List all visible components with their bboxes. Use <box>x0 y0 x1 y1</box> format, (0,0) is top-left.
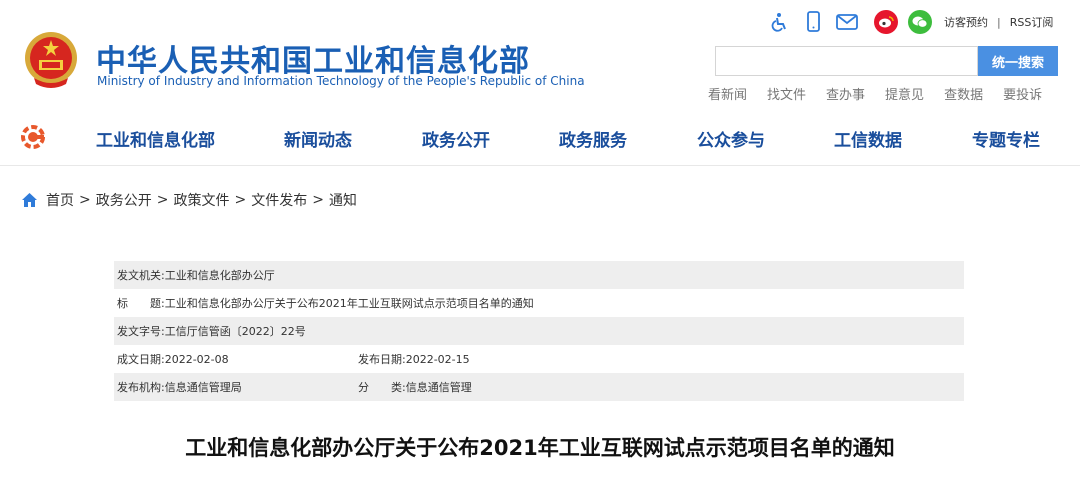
nav-item-data[interactable]: 工信数据 <box>834 126 902 151</box>
nav-item-news[interactable]: 新闻动态 <box>284 126 352 151</box>
tool-links: 访客预约 | RSS订阅 <box>944 14 1053 30</box>
breadcrumb-file-release[interactable]: 文件发布 <box>251 190 307 210</box>
rss-link[interactable]: RSS订阅 <box>1010 14 1054 30</box>
national-emblem-icon[interactable] <box>22 30 80 90</box>
site-subtitle: Ministry of Industry and Information Tec… <box>97 74 585 88</box>
docno-label: 发文字号: <box>117 325 165 338</box>
wechat-icon[interactable] <box>908 10 932 34</box>
quick-link-services[interactable]: 查办事 <box>826 84 865 103</box>
mail-icon[interactable] <box>836 11 858 33</box>
breadcrumb-separator: > <box>312 192 324 208</box>
visit-appointment-link[interactable]: 访客预约 <box>944 14 988 30</box>
category-label: 分 类: <box>358 381 406 394</box>
breadcrumb-notice[interactable]: 通知 <box>329 190 357 210</box>
mobile-icon[interactable] <box>802 11 824 33</box>
info-row-org: 发布机构: 信息通信管理局 分 类: 信息通信管理 <box>114 373 964 401</box>
info-row-issuer: 发文机关: 工业和信息化部办公厅 <box>114 261 964 289</box>
nav-item-miit[interactable]: 工业和信息化部 <box>96 126 215 151</box>
quick-link-data[interactable]: 查数据 <box>944 84 983 103</box>
category-value: 信息通信管理 <box>405 381 472 394</box>
created-label: 成文日期: <box>117 353 165 366</box>
accessibility-icon[interactable] <box>768 11 790 33</box>
info-row-docno: 发文字号: 工信厅信管函〔2022〕22号 <box>114 317 964 345</box>
docno-value: 工信厅信管函〔2022〕22号 <box>164 325 306 338</box>
org-value: 信息通信管理局 <box>164 381 242 394</box>
nav-item-participation[interactable]: 公众参与 <box>697 126 765 151</box>
breadcrumb-separator: > <box>156 192 169 208</box>
breadcrumb-separator: > <box>234 192 247 208</box>
breadcrumb: 首页 > 政务公开 > 政策文件 > 文件发布 > 通知 <box>22 190 357 210</box>
breadcrumb-home[interactable]: 首页 <box>46 190 74 210</box>
quick-links: 看新闻 找文件 查办事 提意见 查数据 要投诉 <box>708 84 1042 103</box>
info-row-dates: 成文日期: 2022-02-08 发布日期: 2022-02-15 <box>114 345 964 373</box>
weibo-icon[interactable] <box>874 10 898 34</box>
issuer-label: 发文机关: <box>117 269 165 282</box>
breadcrumb-gov-affairs[interactable]: 政务公开 <box>96 190 152 210</box>
document-title: 工业和信息化部办公厅关于公布2021年工业互联网试点示范项目名单的通知 <box>185 436 895 460</box>
quick-link-feedback[interactable]: 提意见 <box>885 84 924 103</box>
quick-link-files[interactable]: 找文件 <box>767 84 806 103</box>
nav-item-topics[interactable]: 专题专栏 <box>972 126 1040 151</box>
nav-item-gov-affairs[interactable]: 政务公开 <box>422 126 490 151</box>
org-label: 发布机构: <box>117 381 165 394</box>
info-row-title: 标 题: 工业和信息化部办公厅关于公布2021年工业互联网试点示范项目名单的通知 <box>114 289 964 317</box>
home-icon[interactable] <box>22 193 37 207</box>
published-value: 2022-02-15 <box>405 352 470 366</box>
search-button[interactable]: 统一搜索 <box>978 46 1058 76</box>
miit-logo-icon[interactable] <box>20 124 46 150</box>
breadcrumb-policy-docs[interactable]: 政策文件 <box>173 190 229 210</box>
nav-item-services[interactable]: 政务服务 <box>559 126 627 151</box>
title-value: 工业和信息化部办公厅关于公布2021年工业互联网试点示范项目名单的通知 <box>164 297 534 310</box>
created-value: 2022-02-08 <box>164 352 229 366</box>
main-nav: 工业和信息化部 新闻动态 政务公开 政务服务 公众参与 工信数据 专题专栏 <box>0 110 1080 166</box>
site-header: 中华人民共和国工业和信息化部 Ministry of Industry and … <box>0 0 1080 110</box>
issuer-value: 工业和信息化部办公厅 <box>164 269 275 282</box>
published-label: 发布日期: <box>358 353 406 366</box>
title-label: 标 题: <box>117 297 165 310</box>
breadcrumb-separator: > <box>79 192 91 208</box>
search-input[interactable] <box>715 46 978 76</box>
quick-link-complaint[interactable]: 要投诉 <box>1003 84 1042 103</box>
tool-icons <box>768 10 942 34</box>
quick-link-news[interactable]: 看新闻 <box>708 84 747 103</box>
document-info-table: 发文机关: 工业和信息化部办公厅 标 题: 工业和信息化部办公厅关于公布2021… <box>114 261 964 401</box>
separator: | <box>997 15 1001 29</box>
